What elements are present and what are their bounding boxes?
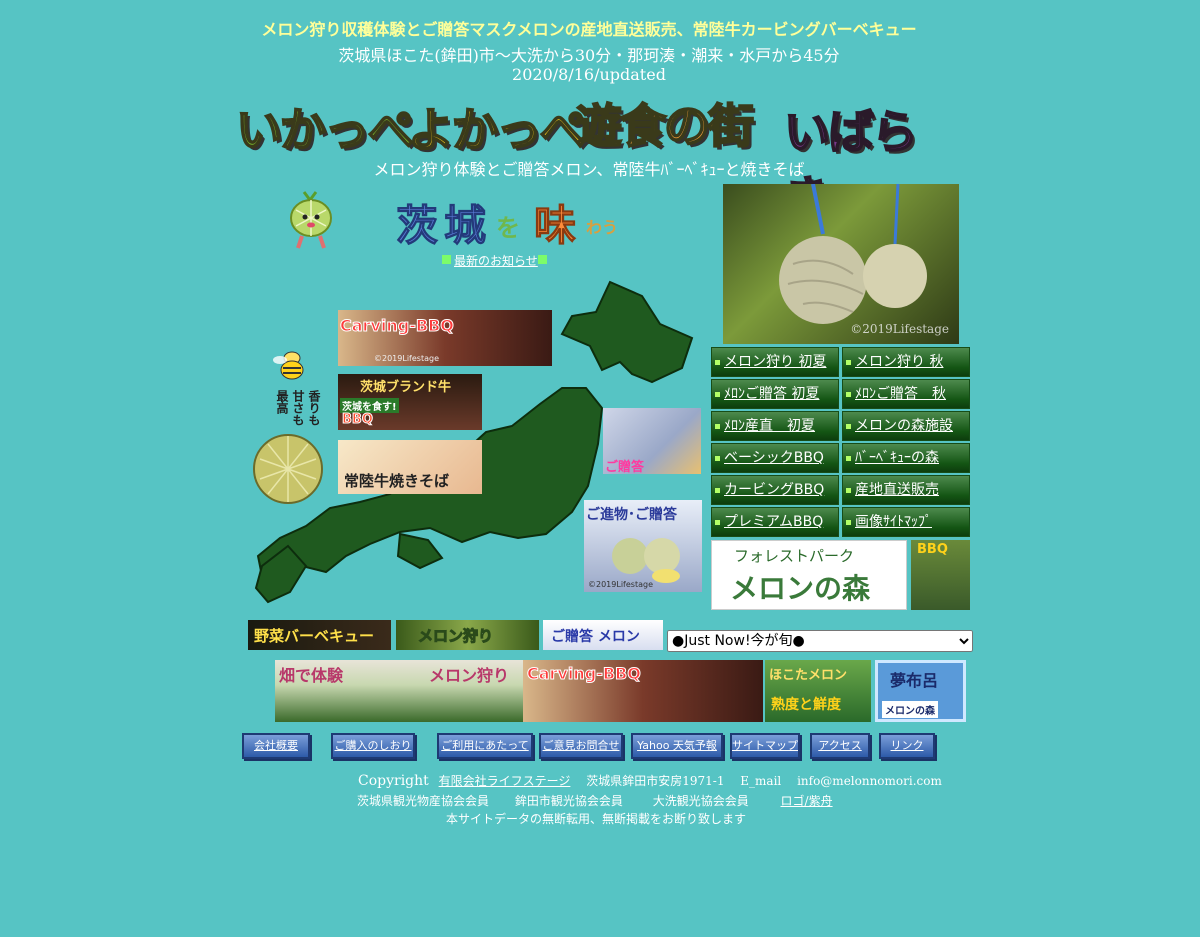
footer-sitemap-button[interactable]: サイトマップ (730, 733, 800, 759)
updated-date: 2020/8/16/updated (512, 65, 666, 84)
nav-bbq-forest[interactable]: ﾊﾞｰﾍﾞｷｭｰの森 (842, 443, 970, 473)
hokota-melon-banner[interactable]: ほこたメロン 熟度と鮮度 (765, 660, 871, 722)
field-melon-picking-banner[interactable]: 畑で体験 メロン狩り (275, 660, 523, 722)
site-subtitle: メロン狩り体験とご贈答メロン、常陸牛ﾊﾞｰﾍﾞｷｭｰと焼きそば (373, 160, 805, 179)
footer-access-button[interactable]: アクセス (810, 733, 870, 759)
nav-carving-bbq[interactable]: カービングBBQ (711, 475, 839, 505)
melon-mascot-image (282, 190, 340, 250)
membership-text: 鉾田市観光協会会員 (514, 794, 623, 808)
banner-text: Carving-BBQ (340, 316, 455, 336)
logo-char: 城 (443, 201, 487, 251)
membership-text: 大洗観光協会会員 (652, 794, 749, 808)
seasonal-select[interactable]: ●Just Now!今が旬● (667, 630, 973, 652)
nav-image-sitemap[interactable]: 画像ｻｲﾄﾏｯﾌﾟ (842, 507, 970, 537)
footer-terms-button[interactable]: ご利用にあたって (437, 733, 533, 759)
banner-text: メロンの森 (882, 701, 938, 718)
banner-text: ほこたメロン (769, 668, 848, 683)
copyright-label: Copyright (358, 773, 429, 789)
vegetable-bbq-banner[interactable]: 野菜バーベキュー (248, 620, 391, 650)
logo-char: 茨 (395, 201, 439, 251)
footer-links-button[interactable]: リンク (879, 733, 935, 759)
banner-text: メロン狩り (429, 666, 510, 685)
logo-credit-link[interactable]: ロゴ/紫舟 (781, 794, 833, 808)
logo-char: 味 (533, 201, 577, 251)
banner-text: ご贈答 (605, 460, 645, 474)
banner-credit: ©2019Lifestage (374, 354, 439, 363)
logo-word-1: いかっぺ (235, 102, 415, 158)
banner-text: BBQ (342, 412, 374, 428)
header-tagline: メロン狩り収穫体験とご贈答マスクメロンの産地直送販売、常陸牛カービングバーベキュ… (261, 20, 917, 39)
banner-text: BBQ (917, 542, 948, 557)
green-square-icon (538, 255, 547, 264)
banner-credit: ©2019Lifestage (588, 580, 653, 589)
photo-watermark: ©2019Lifestage (850, 322, 949, 336)
nav-direct-sales[interactable]: 産地直送販売 (842, 475, 970, 505)
footer-membership-row: 茨城県観光物産協会会員 鉾田市観光協会会員 大洗観光協会会員 ロゴ/紫舟 (357, 792, 833, 809)
banner-text: ご贈答 メロン (551, 629, 640, 645)
header-location: 茨城県ほこた(鉾田)市〜大洗から30分・那珂湊・潮来・水戸から45分 (338, 46, 840, 65)
nav-melon-picking-early-summer[interactable]: メロン狩り 初夏 (711, 347, 839, 377)
carving-bbq-banner[interactable]: Carving-BBQ ©2019Lifestage (338, 310, 552, 366)
banner-text: メロン狩り (417, 627, 494, 646)
nav-melon-picking-autumn[interactable]: メロン狩り 秋 (842, 347, 970, 377)
footer-notice: 本サイトデータの無断転用、無断掲載をお断り致します (445, 812, 746, 826)
banner-text: 夢布呂 (890, 671, 939, 690)
logo-char: わう (586, 218, 619, 237)
banner-text: 熟度と鮮度 (771, 697, 841, 713)
membership-text: 茨城県観光物産協会会員 (357, 794, 490, 808)
site-logo: いかっぺ よかっぺ 遊食の街 いばらき (235, 90, 946, 226)
nav-premium-bbq[interactable]: プレミアムBBQ (711, 507, 839, 537)
brand-beef-bbq-banner[interactable]: 茨城ブランド牛 茨城を食す! BBQ (338, 374, 482, 430)
yumefuro-banner[interactable]: 夢布呂 メロンの森 (875, 660, 966, 722)
melon-greenhouse-photo[interactable]: ©2019Lifestage (723, 184, 959, 344)
nav-melon-forest-facility[interactable]: メロンの森施設 (842, 411, 970, 441)
green-square-icon (442, 255, 451, 264)
logo-word-2: よかっぺ (407, 102, 587, 158)
footer-weather-button[interactable]: Yahoo 天気予報 (631, 733, 723, 759)
nav-basic-bbq[interactable]: ベーシックBBQ (711, 443, 839, 473)
gift-banner-small[interactable]: ご贈答 (603, 408, 701, 474)
company-link[interactable]: 有限会社ライフステージ (439, 774, 571, 788)
banner-text: 畑で体験 (279, 666, 344, 685)
hitachi-beef-yakisoba-banner[interactable]: 常陸牛焼きそば (338, 440, 482, 494)
email-address: info@melonnomori.com (797, 774, 942, 788)
banner-text: 茨城を食す! (340, 398, 399, 413)
nav-melon-direct-early-summer[interactable]: ﾒﾛﾝ産直 初夏 (711, 411, 839, 441)
banner-text: メロンの森 (730, 572, 871, 605)
logo-char: を (496, 214, 520, 242)
banner-text: 野菜バーベキュー (254, 627, 375, 645)
latest-news-link[interactable]: 最新のお知らせ (454, 252, 538, 269)
company-address: 茨城県鉾田市安房1971-1 (586, 774, 725, 788)
melon-picking-row-banner[interactable]: メロン狩り (396, 620, 539, 650)
gift-melon-row-banner[interactable]: ご贈答 メロン (543, 620, 663, 650)
gift-banner-large[interactable]: ご進物･ご贈答 ©2019Lifestage (584, 500, 702, 592)
ibaraki-taste-logo: 茨 城 を 味 わう (395, 192, 630, 251)
banner-text: ご進物･ご贈答 (586, 507, 677, 523)
footer-purchase-guide-button[interactable]: ご購入のしおり (331, 733, 415, 759)
footer-copyright-row: Copyright 有限会社ライフステージ 茨城県鉾田市安房1971-1 E_m… (358, 772, 942, 789)
banner-text: 常陸牛焼きそば (344, 472, 450, 490)
email-label: E_mail (740, 774, 782, 788)
logo-word-3: 遊食の街 (575, 98, 755, 154)
banner-text: フォレストパーク (734, 547, 855, 565)
forest-bbq-banner[interactable]: BBQ (911, 540, 970, 610)
banner-text: Carving-BBQ (527, 664, 642, 684)
nav-melon-gift-autumn[interactable]: ﾒﾛﾝご贈答 秋 (842, 379, 970, 409)
carving-bbq-bottom-banner[interactable]: Carving-BBQ (523, 660, 763, 722)
footer-contact-button[interactable]: ご意見お問合せ (539, 733, 623, 759)
banner-text: 茨城ブランド牛 (360, 380, 452, 395)
forest-park-melon-banner[interactable]: フォレストパーク メロンの森 (711, 540, 907, 610)
nav-melon-gift-early-summer[interactable]: ﾒﾛﾝご贈答 初夏 (711, 379, 839, 409)
footer-company-button[interactable]: 会社概要 (242, 733, 310, 759)
